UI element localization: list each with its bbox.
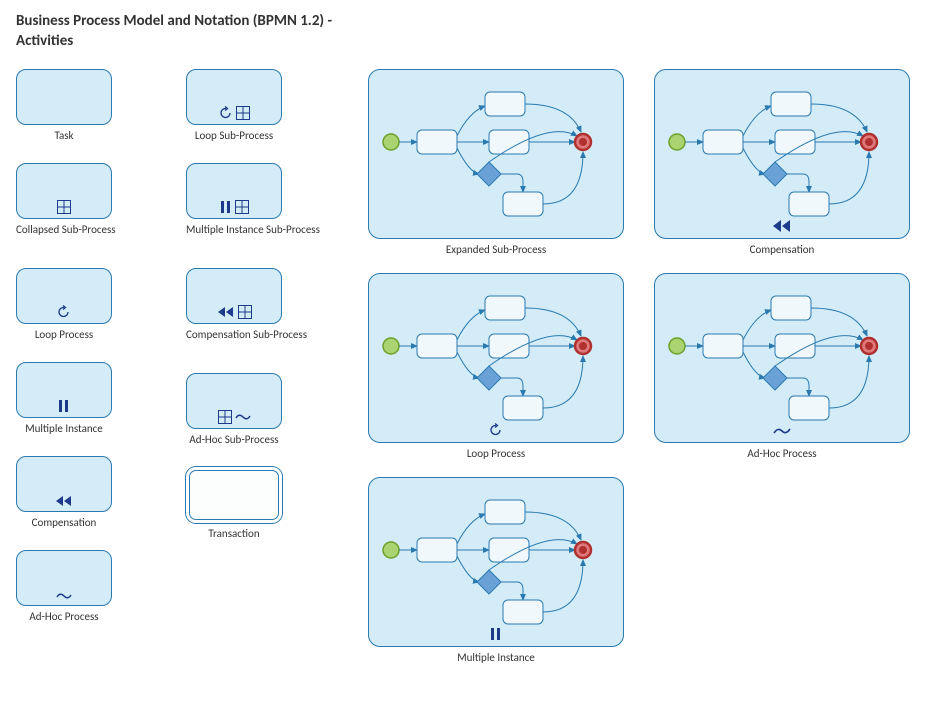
start-event-icon [383, 134, 399, 150]
page-title: Business Process Model and Notation (BPM… [16, 12, 910, 51]
shape-loop-process [16, 268, 112, 324]
label-adhoc-sub: Ad-Hoc Sub-Process [186, 433, 282, 446]
loop-icon [57, 305, 71, 319]
title-line-2: Activities [16, 32, 910, 52]
cell-collapsed-sub: Collapsed Sub-Process [16, 163, 116, 236]
label-loop-process: Loop Process [16, 328, 112, 341]
inner-flow-diagram [369, 274, 623, 442]
tilde-icon [56, 591, 72, 601]
plus-marker-icon [236, 106, 250, 120]
parallel-bars-icon [220, 200, 232, 214]
cell-loop-process: Loop Process [16, 268, 112, 341]
rewind-icon [217, 306, 235, 318]
cell-multi-instance-sub: Multiple Instance Sub-Process [186, 163, 320, 236]
shape-transaction [186, 467, 282, 523]
tilde-icon [773, 425, 791, 437]
mini-task [503, 192, 543, 216]
loop-icon [489, 423, 503, 437]
label-expanded-sub: Expanded Sub-Process [368, 243, 624, 256]
cell-expanded-sub: Expanded Sub-Process [368, 69, 624, 256]
shape-compensation-sub [186, 268, 282, 324]
plus-marker-icon [57, 200, 71, 214]
shape-expanded-sub [368, 69, 624, 239]
label-multi-instance-sub: Multiple Instance Sub-Process [186, 223, 320, 236]
label-compensation: Compensation [16, 516, 112, 529]
parallel-bars-icon [490, 627, 502, 641]
parallel-bars-icon [58, 399, 70, 413]
shape-task [16, 69, 112, 125]
label-exp-loop: Loop Process [368, 447, 624, 460]
label-exp-adhoc: Ad-Hoc Process [654, 447, 910, 460]
mini-task [485, 92, 525, 116]
cell-adhoc-process: Ad-Hoc Process [16, 550, 112, 623]
shape-multi-instance [16, 362, 112, 418]
diagram-canvas: Task Collapsed Sub-Process Loop Process [16, 69, 916, 709]
label-exp-multi: Multiple Instance [368, 651, 624, 664]
cell-task: Task [16, 69, 112, 142]
shape-adhoc-process [16, 550, 112, 606]
shape-exp-compensation [654, 69, 910, 239]
cell-loop-sub: Loop Sub-Process [186, 69, 282, 142]
cell-transaction: Transaction [186, 467, 282, 540]
cell-exp-compensation: Compensation [654, 69, 910, 256]
cell-compensation-sub: Compensation Sub-Process [186, 268, 307, 341]
tilde-icon [235, 412, 251, 422]
loop-icon [219, 106, 233, 120]
rewind-icon [772, 219, 792, 233]
label-loop-sub: Loop Sub-Process [186, 129, 282, 142]
inner-flow-diagram [655, 70, 909, 238]
plus-marker-icon [235, 200, 249, 214]
label-compensation-sub: Compensation Sub-Process [186, 328, 307, 341]
shape-collapsed-sub [16, 163, 112, 219]
shape-compensation [16, 456, 112, 512]
shape-multi-instance-sub [186, 163, 282, 219]
label-task: Task [16, 129, 112, 142]
label-multi-instance: Multiple Instance [16, 422, 112, 435]
cell-exp-multi: Multiple Instance [368, 477, 624, 664]
cell-exp-loop: Loop Process [368, 273, 624, 460]
label-adhoc-process: Ad-Hoc Process [16, 610, 112, 623]
cell-exp-adhoc: Ad-Hoc Process [654, 273, 910, 460]
gateway-icon [477, 162, 501, 186]
inner-flow-diagram [369, 478, 623, 646]
plus-marker-icon [218, 410, 232, 424]
shape-loop-sub [186, 69, 282, 125]
mini-task [417, 130, 457, 154]
plus-marker-icon [238, 305, 252, 319]
label-exp-compensation: Compensation [654, 243, 910, 256]
title-line-1: Business Process Model and Notation (BPM… [16, 12, 332, 30]
inner-flow-diagram [655, 274, 909, 442]
rewind-icon [55, 495, 73, 507]
shape-exp-multi [368, 477, 624, 647]
shape-exp-adhoc [654, 273, 910, 443]
shape-exp-loop [368, 273, 624, 443]
label-collapsed-sub: Collapsed Sub-Process [16, 223, 116, 236]
inner-flow-diagram [369, 70, 623, 238]
cell-adhoc-sub: Ad-Hoc Sub-Process [186, 373, 282, 446]
cell-compensation: Compensation [16, 456, 112, 529]
cell-multi-instance: Multiple Instance [16, 362, 112, 435]
label-transaction: Transaction [186, 527, 282, 540]
shape-adhoc-sub [186, 373, 282, 429]
